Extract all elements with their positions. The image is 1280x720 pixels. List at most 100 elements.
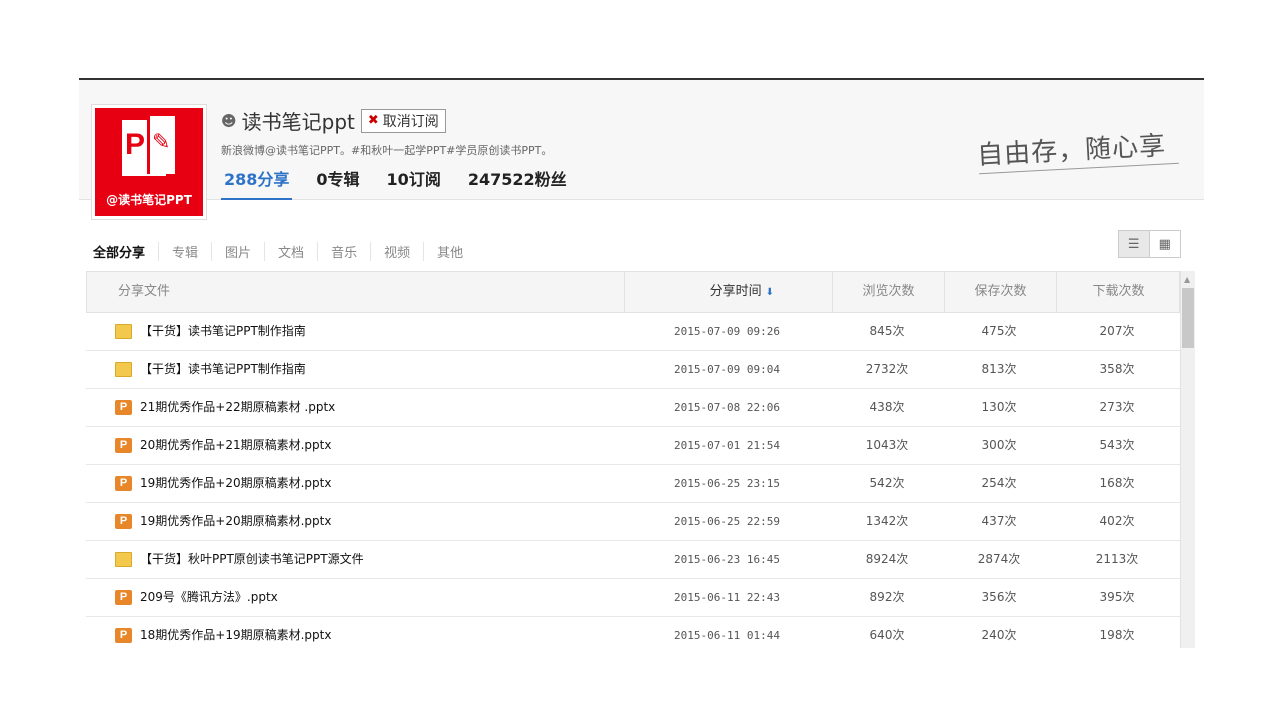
save-count: 813次 bbox=[981, 362, 1017, 376]
tab-images[interactable]: 图片 bbox=[211, 242, 264, 261]
file-name-cell[interactable]: 【干货】读书笔记PPT制作指南 bbox=[115, 313, 615, 350]
name-row: ☻ 读书笔记ppt ✖ 取消订阅 bbox=[221, 106, 446, 135]
save-count: 475次 bbox=[981, 324, 1017, 338]
file-name[interactable]: 【干货】秋叶PPT原创读书笔记PPT源文件 bbox=[140, 541, 364, 578]
view-count: 1043次 bbox=[865, 438, 909, 452]
category-tabs: 全部分享 专辑 图片 文档 音乐 视频 其他 bbox=[93, 242, 476, 261]
tab-other[interactable]: 其他 bbox=[423, 242, 476, 261]
file-name[interactable]: 209号《腾讯方法》.pptx bbox=[140, 579, 278, 616]
ppt-file-icon: P bbox=[115, 476, 132, 491]
file-name[interactable]: 21期优秀作品+22期原稿素材 .pptx bbox=[140, 389, 335, 426]
folder-icon bbox=[115, 362, 132, 377]
header-views[interactable]: 浏览次数 bbox=[832, 272, 944, 312]
table-row[interactable]: P 21期优秀作品+22期原稿素材 .pptx 2015-07-08 22:06 43… bbox=[86, 389, 1180, 427]
file-name-cell[interactable]: 【干货】读书笔记PPT制作指南 bbox=[115, 351, 615, 388]
file-name[interactable]: 【干货】读书笔记PPT制作指南 bbox=[140, 351, 306, 388]
download-count: 395次 bbox=[1099, 590, 1135, 604]
view-count: 2732次 bbox=[865, 362, 909, 376]
download-count: 207次 bbox=[1099, 324, 1135, 338]
view-count: 1342次 bbox=[865, 514, 909, 528]
file-name-cell[interactable]: P 19期优秀作品+20期原稿素材.pptx bbox=[115, 465, 615, 502]
table-row[interactable]: P 20期优秀作品+21期原稿素材.pptx 2015-07-01 21:54 104… bbox=[86, 427, 1180, 465]
ppt-file-icon: P bbox=[115, 400, 132, 415]
avatar-mark: P bbox=[125, 128, 146, 161]
file-name-cell[interactable]: 【干货】秋叶PPT原创读书笔记PPT源文件 bbox=[115, 541, 615, 578]
file-name[interactable]: 20期优秀作品+21期原稿素材.pptx bbox=[140, 427, 331, 464]
header-share-time-label: 分享时间 bbox=[709, 284, 762, 299]
view-count: 542次 bbox=[869, 476, 905, 490]
table-header: 分享文件 分享时间 ⬇ 浏览次数 保存次数 下载次数 bbox=[86, 271, 1180, 313]
tab-music[interactable]: 音乐 bbox=[317, 242, 370, 261]
folder-icon bbox=[115, 552, 132, 567]
stat-subscriptions[interactable]: 10订阅 bbox=[384, 170, 444, 200]
file-name-cell[interactable]: P 18期优秀作品+19期原稿素材.pptx bbox=[115, 617, 615, 648]
avatar-caption: @读书笔记PPT bbox=[106, 193, 192, 207]
ppt-file-icon: P bbox=[115, 438, 132, 453]
view-toggle: ☰ ▦ bbox=[1118, 230, 1181, 258]
table-row[interactable]: 【干货】读书笔记PPT制作指南 2015-07-09 09:04 2732次 813次… bbox=[86, 351, 1180, 389]
scroll-thumb[interactable] bbox=[1182, 288, 1194, 348]
save-count: 356次 bbox=[981, 590, 1017, 604]
pen-icon: ✎ bbox=[152, 130, 171, 155]
download-count: 273次 bbox=[1099, 400, 1135, 414]
list-view-icon[interactable]: ☰ bbox=[1119, 231, 1150, 257]
header-file-name[interactable]: 分享文件 bbox=[87, 272, 624, 312]
avatar[interactable]: P ✎ @读书笔记PPT bbox=[91, 104, 207, 220]
file-name[interactable]: 19期优秀作品+20期原稿素材.pptx bbox=[140, 465, 331, 502]
download-count: 198次 bbox=[1099, 628, 1135, 642]
share-time: 2015-07-09 09:26 bbox=[674, 325, 780, 338]
profile-header: ☻ 读书笔记ppt ✖ 取消订阅 新浪微博@读书笔记PPT。#和秋叶一起学PPT… bbox=[79, 80, 1204, 200]
sort-down-icon: ⬇ bbox=[765, 287, 774, 298]
table-row[interactable]: P 19期优秀作品+20期原稿素材.pptx 2015-06-25 22:59 134… bbox=[86, 503, 1180, 541]
profile-stats: 288分享 0专辑 10订阅 247522粉丝 bbox=[221, 170, 591, 200]
table-row[interactable]: P 209号《腾讯方法》.pptx 2015-06-11 22:43 892次 356次… bbox=[86, 579, 1180, 617]
share-page: ☻ 读书笔记ppt ✖ 取消订阅 新浪微博@读书笔记PPT。#和秋叶一起学PPT… bbox=[79, 78, 1204, 648]
unsubscribe-button[interactable]: ✖ 取消订阅 bbox=[360, 108, 446, 133]
tab-documents[interactable]: 文档 bbox=[264, 242, 317, 261]
grid-view-icon[interactable]: ▦ bbox=[1149, 231, 1180, 257]
save-count: 254次 bbox=[981, 476, 1017, 490]
stat-fans[interactable]: 247522粉丝 bbox=[465, 170, 570, 200]
table-row[interactable]: 【干货】秋叶PPT原创读书笔记PPT源文件 2015-06-23 16:45 892… bbox=[86, 541, 1180, 579]
table-row[interactable]: 【干货】读书笔记PPT制作指南 2015-07-09 09:26 845次 475次 2… bbox=[86, 313, 1180, 351]
share-time: 2015-06-25 23:15 bbox=[674, 477, 780, 490]
username[interactable]: 读书笔记ppt bbox=[242, 106, 355, 135]
stat-shares[interactable]: 288分享 bbox=[221, 170, 293, 200]
view-count: 8924次 bbox=[865, 552, 909, 566]
download-count: 2113次 bbox=[1095, 552, 1139, 566]
unsubscribe-label: 取消订阅 bbox=[382, 113, 439, 130]
file-name-cell[interactable]: P 19期优秀作品+20期原稿素材.pptx bbox=[115, 503, 615, 540]
table-row[interactable]: P 18期优秀作品+19期原稿素材.pptx 2015-06-11 01:44 640… bbox=[86, 617, 1180, 648]
table-row[interactable]: P 19期优秀作品+20期原稿素材.pptx 2015-06-25 23:15 542… bbox=[86, 465, 1180, 503]
stat-albums[interactable]: 0专辑 bbox=[313, 170, 362, 200]
save-count: 2874次 bbox=[977, 552, 1021, 566]
save-count: 130次 bbox=[981, 400, 1017, 414]
file-name-cell[interactable]: P 209号《腾讯方法》.pptx bbox=[115, 579, 615, 616]
ppt-file-icon: P bbox=[115, 590, 132, 605]
tab-all[interactable]: 全部分享 bbox=[93, 242, 158, 261]
header-downloads[interactable]: 下载次数 bbox=[1056, 272, 1180, 312]
header-saves[interactable]: 保存次数 bbox=[944, 272, 1056, 312]
file-name-cell[interactable]: P 21期优秀作品+22期原稿素材 .pptx bbox=[115, 389, 615, 426]
view-count: 892次 bbox=[869, 590, 905, 604]
tab-albums[interactable]: 专辑 bbox=[158, 242, 211, 261]
file-name[interactable]: 19期优秀作品+20期原稿素材.pptx bbox=[140, 503, 331, 540]
ppt-file-icon: P bbox=[115, 514, 132, 529]
profile-description: 新浪微博@读书笔记PPT。#和秋叶一起学PPT#学员原创读书PPT。 bbox=[221, 144, 553, 157]
file-name-cell[interactable]: P 20期优秀作品+21期原稿素材.pptx bbox=[115, 427, 615, 464]
table-body: 【干货】读书笔记PPT制作指南 2015-07-09 09:26 845次 475次 2… bbox=[86, 313, 1180, 648]
ppt-file-icon: P bbox=[115, 628, 132, 643]
save-count: 300次 bbox=[981, 438, 1017, 452]
close-icon: ✖ bbox=[367, 113, 379, 128]
header-share-time[interactable]: 分享时间 ⬇ bbox=[624, 272, 832, 312]
scroll-up-icon[interactable]: ▲ bbox=[1184, 275, 1190, 284]
share-time: 2015-07-09 09:04 bbox=[674, 363, 780, 376]
save-count: 240次 bbox=[981, 628, 1017, 642]
share-time: 2015-07-08 22:06 bbox=[674, 401, 780, 414]
save-count: 437次 bbox=[981, 514, 1017, 528]
file-name[interactable]: 18期优秀作品+19期原稿素材.pptx bbox=[140, 617, 331, 648]
scrollbar[interactable]: ▲ bbox=[1180, 271, 1195, 648]
view-count: 845次 bbox=[869, 324, 905, 338]
tab-video[interactable]: 视频 bbox=[370, 242, 423, 261]
file-name[interactable]: 【干货】读书笔记PPT制作指南 bbox=[140, 313, 306, 350]
